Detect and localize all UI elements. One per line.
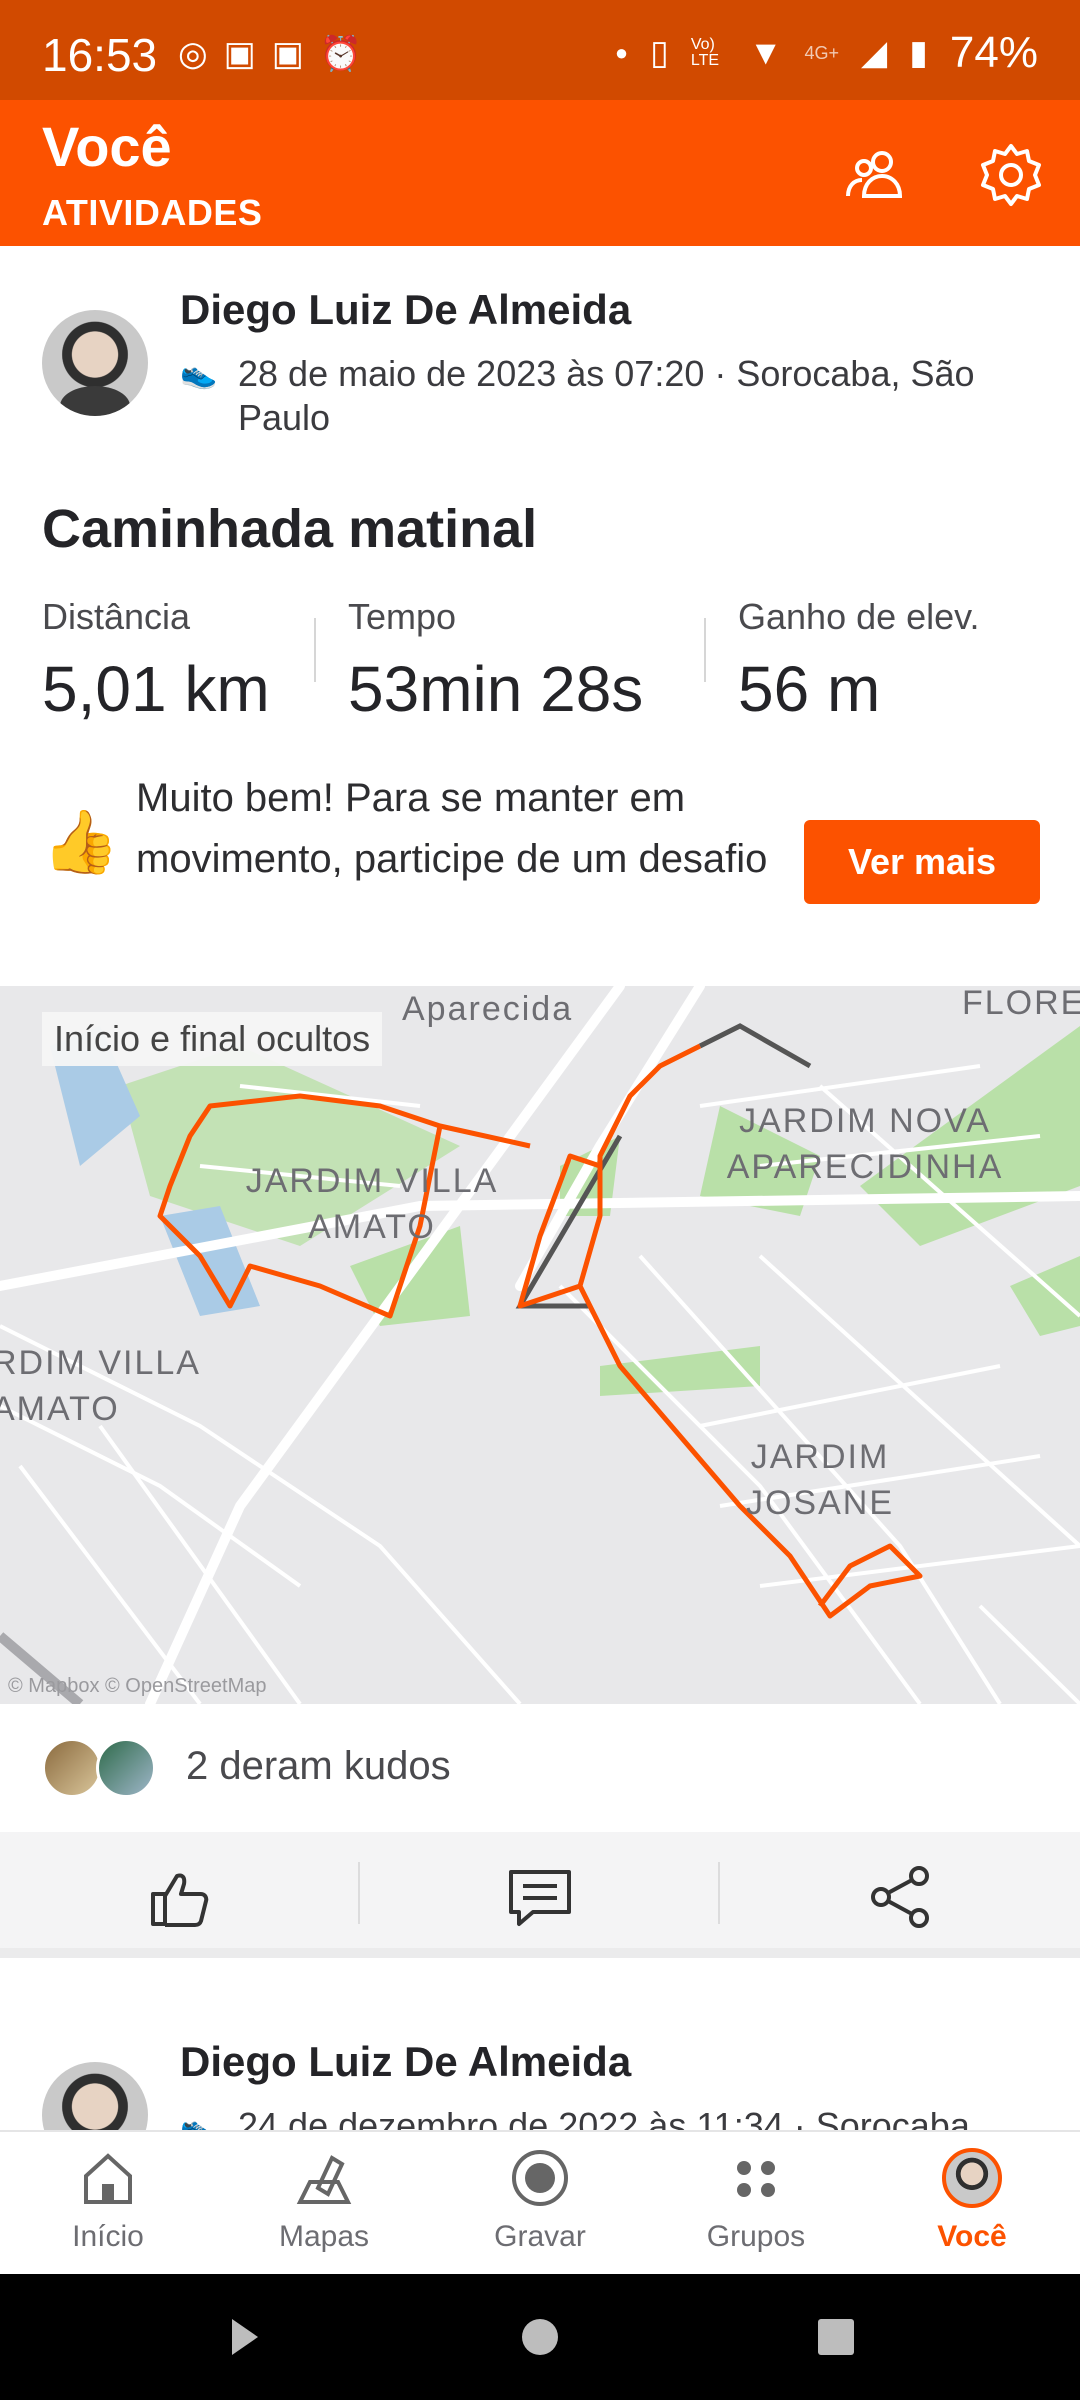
athlete-name[interactable]: Diego Luiz De Almeida [180,2038,631,2086]
home-button-icon[interactable] [522,2319,558,2355]
vibrate-icon: ▯ [650,34,669,72]
map-attribution[interactable]: © Mapbox © OpenStreetMap [8,1675,267,1698]
action-divider [718,1862,720,1924]
bottom-navigation: Início Mapas Gravar Grupos Você [0,2130,1080,2274]
activity-meta: 24 de dezembro de 2022 às 11:34 · Soroca… [238,2105,970,2130]
record-icon [512,2150,568,2206]
activity-meta: 28 de maio de 2023 às 07:20 · Sorocaba, … [238,353,975,438]
avatar[interactable] [42,310,148,416]
activity-actions [0,1832,1080,1958]
map-place-label: RDIM VILLA AMATO [0,1344,200,1428]
app-bar: Você ATIVIDADES [0,100,1080,246]
alarm-icon: ⏰ [319,35,363,73]
battery-level: 74% [949,28,1038,77]
stat-distance: Distância 5,01 km [42,596,270,725]
nav-item-gravar[interactable]: Gravar [432,2132,648,2276]
whatsapp-icon: ◎ [178,35,208,73]
route-map[interactable]: Início e final ocultos Aparecida FLORE J… [0,986,1080,1704]
hidden-start-finish-label: Início e final ocultos [42,1012,383,1066]
nav-item-grupos[interactable]: Grupos [648,2132,864,2276]
map-place-label: JARDIM JOSANE [745,1438,895,1522]
battery-icon: ▮ [909,34,928,72]
signal-icon: ◢ [861,34,888,72]
share-icon[interactable] [865,1862,935,1932]
map-place-label: JARDIM NOVA APARECIDINHA [726,1102,1004,1186]
groups-icon [737,2161,775,2197]
home-icon [84,2153,132,2204]
friends-icon[interactable] [842,140,912,210]
challenge-text: Muito bem! Para se manter em movimento, … [136,776,768,881]
walk-shoe-icon: 👟 [180,2111,218,2130]
kudos-count: 2 deram kudos [186,1744,451,1788]
walk-shoe-icon: 👟 [180,357,218,390]
map-place-label: JARDIM VILLA AMATO [245,1162,499,1246]
network-type: 4G+ [804,42,840,63]
map-place-label: FLORE [962,986,1080,1022]
dot-icon: ● [614,40,629,65]
volte-icon: Vo) LTE [690,36,720,69]
stat-time: Tempo 53min 28s [348,596,644,725]
kudos-avatar [96,1738,156,1798]
avatar[interactable] [42,2062,148,2130]
see-more-button[interactable]: Ver mais [804,820,1040,904]
nav-item-mapas[interactable]: Mapas [216,2132,432,2276]
kudos-avatar [42,1738,102,1798]
profile-avatar-icon [942,2148,1002,2208]
teams-icon: ▣ [271,35,304,73]
thumbs-up-icon: 👍 [42,808,120,877]
stat-divider [704,618,706,682]
activity-title[interactable]: Caminhada matinal [42,498,537,560]
stat-elevation: Ganho de elev. 56 m [738,596,980,725]
thumbs-up-icon[interactable] [145,1862,215,1932]
page-title: Você [42,115,172,178]
map-place-label: Aparecida [402,990,574,1028]
teams-icon: ▣ [223,35,256,73]
back-icon[interactable] [232,2319,258,2355]
action-divider [358,1862,360,1924]
page-subtitle: ATIVIDADES [42,192,263,233]
status-time: 16:53 [42,29,158,81]
recents-icon[interactable] [818,2319,854,2355]
athlete-name[interactable]: Diego Luiz De Almeida [180,286,631,334]
comment-icon[interactable] [505,1862,575,1932]
nav-item-inicio[interactable]: Início [0,2132,216,2276]
system-navigation-bar [0,2274,1080,2400]
next-activity-card[interactable]: Diego Luiz De Almeida 👟 24 de dezembro d… [0,1990,1080,2130]
wifi-icon: ▼ [748,33,783,72]
settings-gear-icon[interactable] [976,140,1046,210]
stat-divider [314,618,316,682]
nav-item-voce[interactable]: Você [864,2132,1080,2276]
map-icon [296,2155,352,2204]
kudos-row[interactable]: 2 deram kudos [0,1704,1080,1832]
status-bar: 16:53 ◎ ▣ ▣ ⏰ ● ▯ Vo) LTE ▼ 4G+ ◢ ▮ 74% [0,0,1080,100]
